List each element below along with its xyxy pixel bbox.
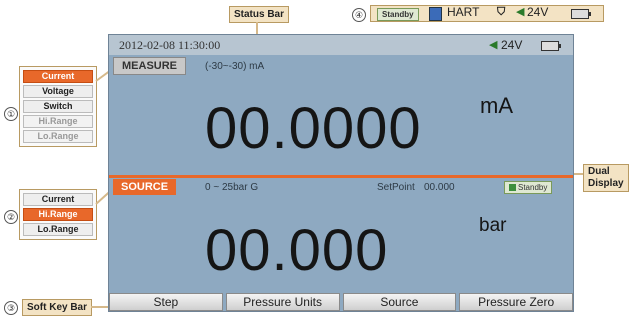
device-screen: 2012-02-08 11:30:00 ◀ 24V MEASURE (-30~-… <box>108 34 574 312</box>
standby-label: Standby <box>518 183 548 192</box>
measure-tab[interactable]: MEASURE <box>113 57 187 75</box>
measure-menu-item-switch[interactable]: Switch <box>23 100 93 113</box>
battery-icon <box>541 41 561 51</box>
source-value: 00.000 <box>205 218 389 283</box>
setpoint-label: SetPoint <box>377 182 415 193</box>
source-function-menu: Current Hi.Range Lo.Range <box>19 189 97 240</box>
measure-unit: mA <box>480 93 513 118</box>
measure-range: (-30~-30) mA <box>205 61 265 72</box>
dual-display-callout: Dual Display <box>583 164 629 192</box>
source-menu-item-current[interactable]: Current <box>23 193 93 206</box>
soft-key-bar-callout: Soft Key Bar <box>22 299 93 316</box>
marker-1: ① <box>4 107 18 121</box>
battery-icon <box>571 9 591 19</box>
status-voltage: 24V <box>501 38 523 52</box>
measure-menu-item-current[interactable]: Current <box>23 70 93 83</box>
loop-power-icon: ◀ <box>516 6 525 18</box>
source-menu-item-hi-range[interactable]: Hi.Range <box>23 208 93 221</box>
status-bar-leader <box>256 22 258 34</box>
setpoint-value: 00.000 <box>424 182 455 193</box>
softkey-pressure-zero[interactable]: Pressure Zero <box>459 293 573 311</box>
legend-hart: HART <box>447 5 480 19</box>
soft-key-bar: Step Pressure Units Source Pressure Zero <box>109 293 573 311</box>
status-bar-callout: Status Bar <box>229 6 290 23</box>
softkey-step[interactable]: Step <box>109 293 223 311</box>
display-divider <box>109 175 573 178</box>
marker-4: ④ <box>352 8 366 22</box>
softkey-leader <box>91 306 108 308</box>
standby-icon <box>509 184 516 192</box>
status-legend: Standby HART ⛉ ◀ 24V <box>370 5 604 22</box>
measure-menu-item-lo-range[interactable]: Lo.Range <box>23 130 93 143</box>
source-unit: bar <box>479 215 507 236</box>
hart-device-icon <box>429 7 442 21</box>
legend-voltage: 24V <box>527 5 549 19</box>
measure-menu-item-voltage[interactable]: Voltage <box>23 85 93 98</box>
measure-menu-item-hi-range[interactable]: Hi.Range <box>23 115 93 128</box>
measure-value: 00.0000 <box>205 96 422 161</box>
marker-2: ② <box>4 210 18 224</box>
legend-standby-badge: Standby <box>377 8 419 21</box>
status-bar: 2012-02-08 11:30:00 ◀ 24V <box>109 35 573 55</box>
softkey-pressure-units[interactable]: Pressure Units <box>225 293 340 311</box>
source-standby-badge: Standby <box>504 181 553 194</box>
datetime: 2012-02-08 11:30:00 <box>119 38 221 52</box>
source-menu-item-lo-range[interactable]: Lo.Range <box>23 223 93 236</box>
source-range: 0 ~ 25bar G <box>205 182 259 193</box>
loop-power-icon: ◀ <box>489 39 498 51</box>
source-tab[interactable]: SOURCE <box>113 179 177 195</box>
measure-function-menu: Current Voltage Switch Hi.Range Lo.Range <box>19 66 97 147</box>
usb-icon: ⛉ <box>497 6 506 18</box>
softkey-source[interactable]: Source <box>342 293 457 311</box>
marker-3: ③ <box>4 301 18 315</box>
